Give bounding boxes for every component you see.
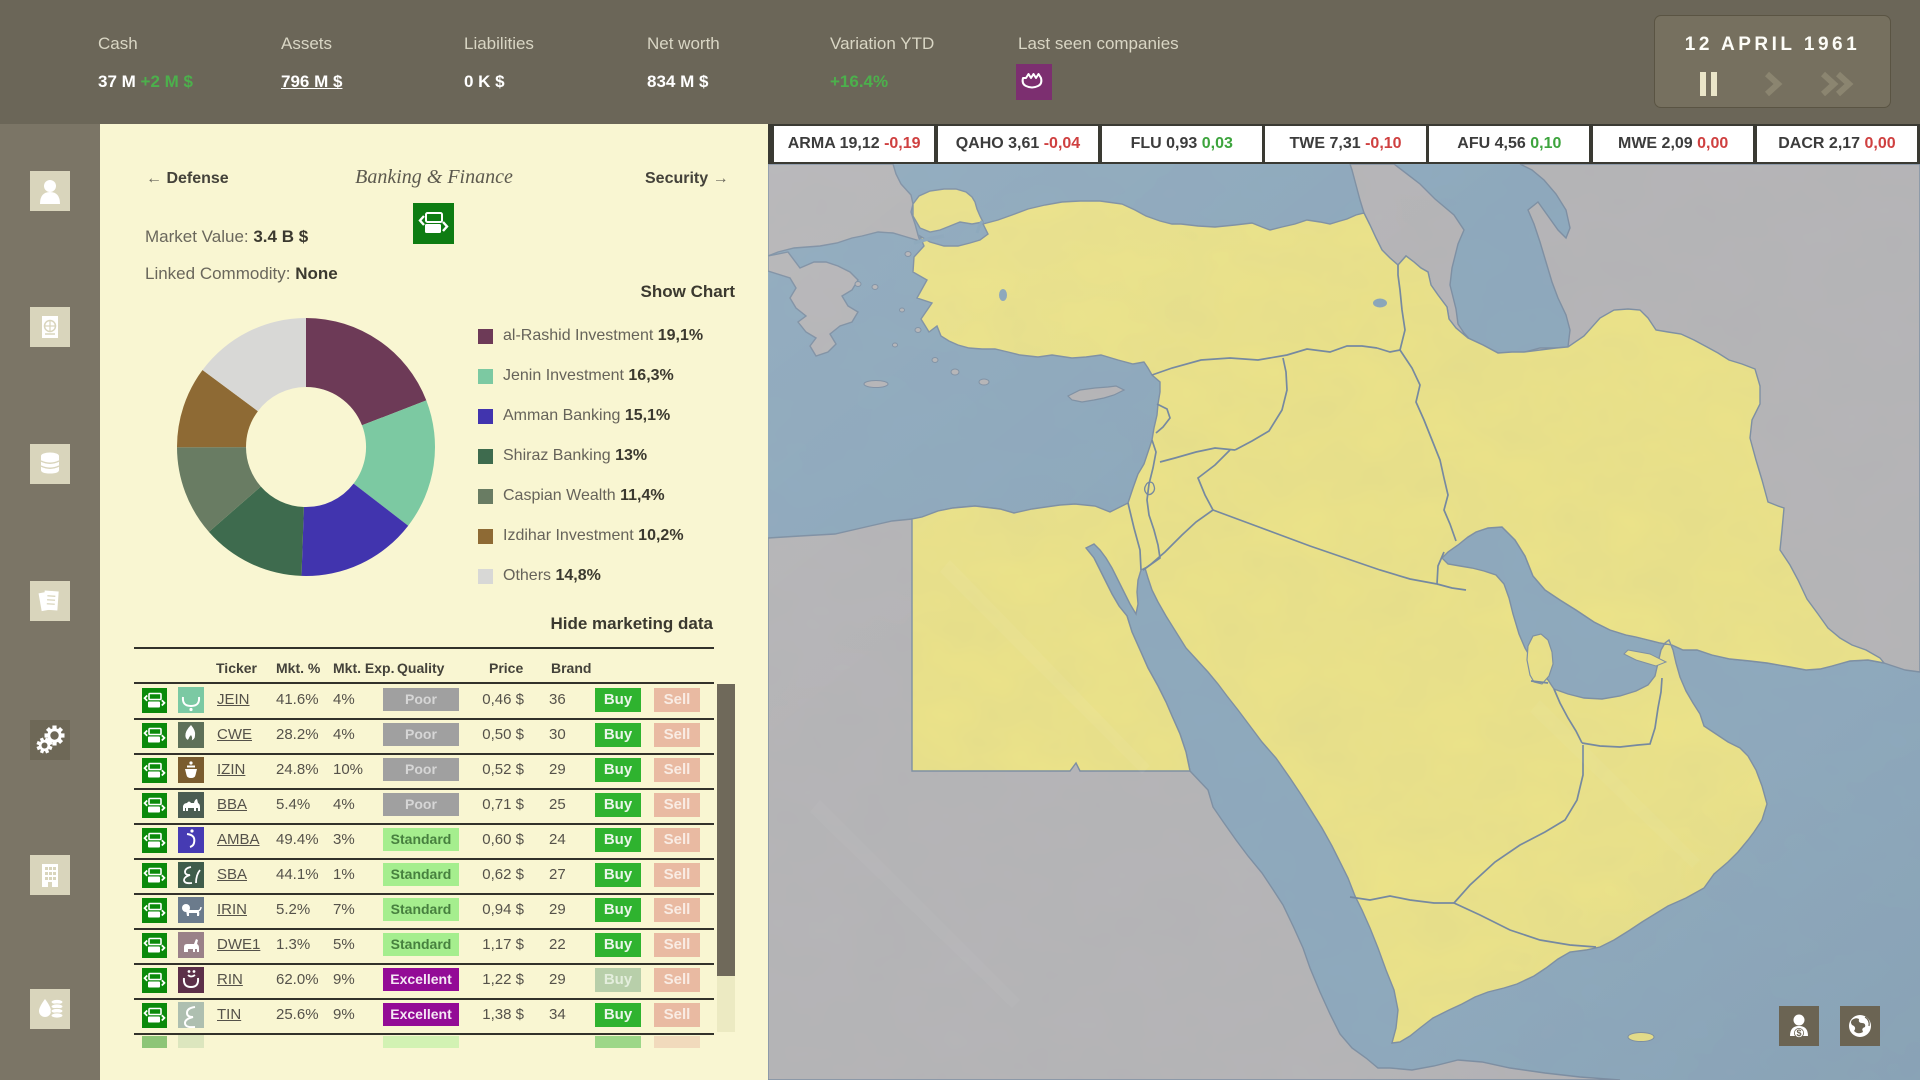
svg-text:$: $ [1796,1028,1801,1038]
